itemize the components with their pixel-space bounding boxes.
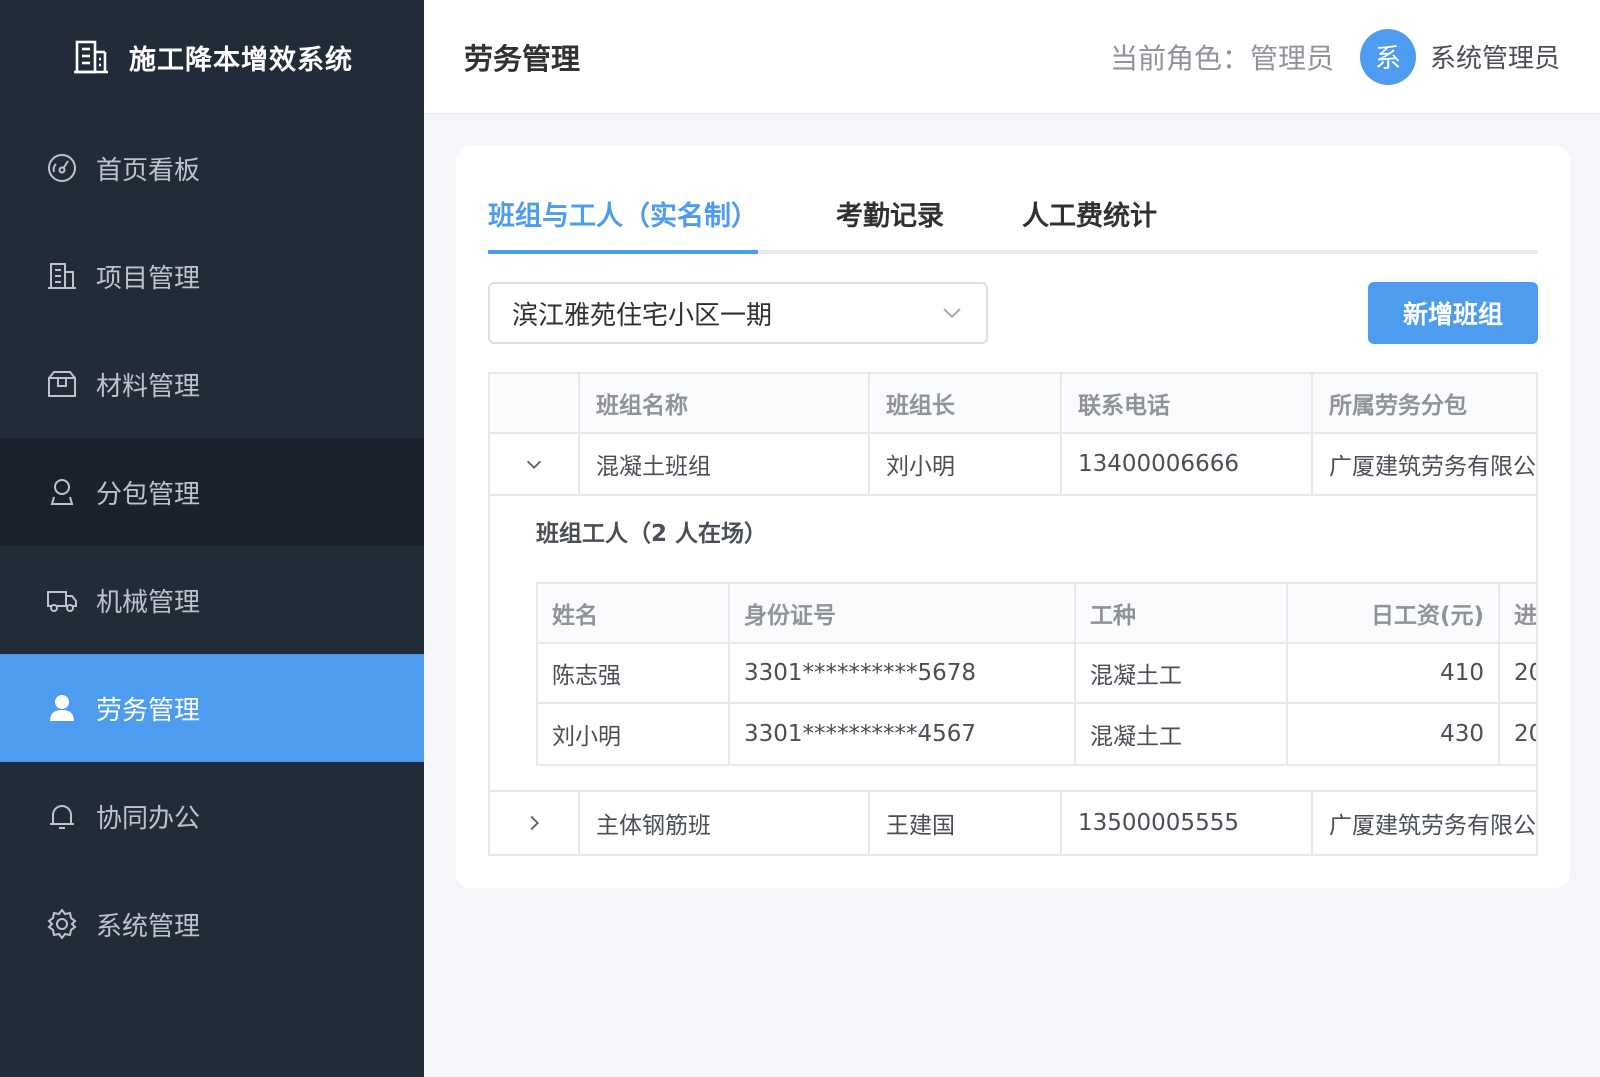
- sidebar-nav: 首页看板 项目管理 材料管理 分包管理 机械管理 劳务管理 协同办公 系统管理: [0, 114, 424, 978]
- worker-name-cell: 陈志强: [538, 644, 730, 702]
- header-worker-name: 姓名: [538, 584, 730, 642]
- header-work-type: 工种: [1076, 584, 1288, 642]
- project-select[interactable]: 滨江雅苑住宅小区一期: [488, 282, 988, 344]
- expand-toggle[interactable]: [490, 434, 580, 494]
- worker-row[interactable]: 陈志强 3301**********5678 混凝土工 410 20: [538, 644, 1536, 704]
- team-name-cell: 混凝土班组: [580, 434, 870, 494]
- tab-teams-workers[interactable]: 班组与工人（实名制）: [488, 194, 758, 254]
- box-icon: [46, 368, 78, 400]
- sidebar-item-label: 系统管理: [96, 911, 201, 942]
- header-team-name: 班组名称: [580, 374, 870, 432]
- user-area: 当前角色：管理员 系 系统管理员: [1109, 28, 1560, 85]
- tab-bar: 班组与工人（实名制） 考勤记录 人工费统计: [488, 194, 1538, 254]
- top-header: 劳务管理 当前角色：管理员 系 系统管理员: [424, 0, 1600, 114]
- worker-row[interactable]: 刘小明 3301**********4567 混凝土工 430 20: [538, 704, 1536, 764]
- header-daily-wage: 日工资(元): [1288, 584, 1500, 642]
- chevron-down-icon[interactable]: [523, 453, 545, 475]
- sidebar-item-subcontract[interactable]: 分包管理: [0, 438, 424, 546]
- subcontractor-cell: 广厦建筑劳务有限公: [1329, 454, 1536, 480]
- chevron-down-icon: [943, 308, 961, 319]
- workers-header-row: 姓名 身份证号 工种 日工资(元) 进: [538, 584, 1537, 644]
- sidebar: 施工降本增效系统 首页看板 项目管理 材料管理 分包管理 机械管理 劳务管理 协…: [0, 0, 424, 1077]
- workers-table: 姓名 身份证号 工种 日工资(元) 进 陈志强 3301**********56…: [536, 582, 1537, 766]
- building-icon: [46, 260, 78, 292]
- worker-wage-cell: 430: [1288, 704, 1500, 764]
- phone-cell: 13400006666: [1062, 434, 1313, 494]
- bell-icon: [46, 800, 78, 832]
- team-leader-cell: 王建国: [870, 792, 1062, 854]
- sidebar-item-label: 劳务管理: [96, 695, 201, 726]
- sidebar-item-dashboard[interactable]: 首页看板: [0, 114, 424, 222]
- worker-truncated-cell: 20: [1514, 721, 1536, 747]
- team-name-cell: 主体钢筋班: [580, 792, 870, 854]
- team-table: 班组名称 班组长 联系电话 所属劳务分包 混凝土班组 刘小明 134000066…: [488, 372, 1538, 856]
- sidebar-item-projects[interactable]: 项目管理: [0, 222, 424, 330]
- toolbar: 滨江雅苑住宅小区一期 新增班组: [488, 282, 1538, 344]
- header-phone: 联系电话: [1062, 374, 1313, 432]
- worker-wage-cell: 410: [1288, 644, 1500, 702]
- expand-header-cell: [490, 374, 580, 432]
- gear-icon: [46, 908, 78, 940]
- current-role-text: 当前角色：管理员: [1109, 41, 1334, 75]
- header-team-leader: 班组长: [870, 374, 1062, 432]
- subcontractor-cell: 广厦建筑劳务有限公: [1329, 813, 1536, 839]
- add-team-button[interactable]: 新增班组: [1368, 282, 1538, 344]
- app-brand: 施工降本增效系统: [0, 0, 424, 114]
- project-select-value: 滨江雅苑住宅小区一期: [512, 300, 773, 331]
- team-workers-panel: 班组工人（2 人在场） 姓名 身份证号 工种 日工资(元) 进 陈志强 3301…: [490, 496, 1536, 792]
- page-title: 劳务管理: [464, 41, 581, 76]
- sidebar-item-machinery[interactable]: 机械管理: [0, 546, 424, 654]
- worker-name-cell: 刘小明: [538, 704, 730, 764]
- expand-toggle[interactable]: [490, 792, 580, 854]
- tab-labor-cost[interactable]: 人工费统计: [1022, 194, 1157, 250]
- user-outline-icon: [46, 476, 78, 508]
- sidebar-item-label: 机械管理: [96, 587, 201, 618]
- labor-card: 班组与工人（实名制） 考勤记录 人工费统计 滨江雅苑住宅小区一期 新增班组 班组…: [456, 146, 1570, 888]
- user-name[interactable]: 系统管理员: [1430, 38, 1560, 75]
- avatar[interactable]: 系: [1359, 28, 1416, 85]
- worker-id-cell: 3301**********4567: [730, 704, 1076, 764]
- chevron-right-icon[interactable]: [523, 812, 545, 834]
- worker-type-cell: 混凝土工: [1076, 704, 1288, 764]
- table-header-row: 班组名称 班组长 联系电话 所属劳务分包: [490, 374, 1536, 434]
- tab-attendance[interactable]: 考勤记录: [836, 194, 944, 250]
- header-subcontractor: 所属劳务分包: [1329, 393, 1467, 419]
- sidebar-item-label: 协同办公: [96, 803, 201, 834]
- worker-type-cell: 混凝土工: [1076, 644, 1288, 702]
- sidebar-item-system[interactable]: 系统管理: [0, 870, 424, 978]
- truck-icon: [46, 584, 78, 616]
- workers-title: 班组工人（2 人在场）: [536, 521, 768, 547]
- sidebar-item-label: 首页看板: [96, 155, 201, 186]
- app-title: 施工降本增效系统: [129, 44, 353, 76]
- worker-id-cell: 3301**********5678: [730, 644, 1076, 702]
- user-icon: [46, 692, 78, 724]
- sidebar-item-label: 项目管理: [96, 263, 201, 294]
- team-leader-cell: 刘小明: [870, 434, 1062, 494]
- sidebar-item-materials[interactable]: 材料管理: [0, 330, 424, 438]
- sidebar-item-label: 材料管理: [96, 371, 201, 402]
- header-truncated: 进: [1514, 603, 1537, 629]
- building-logo-icon: [74, 40, 108, 74]
- table-row[interactable]: 混凝土班组 刘小明 13400006666 广厦建筑劳务有限公: [490, 434, 1536, 496]
- phone-cell: 13500005555: [1062, 792, 1313, 854]
- worker-truncated-cell: 20: [1514, 660, 1536, 686]
- sidebar-item-labor[interactable]: 劳务管理: [0, 654, 424, 762]
- dashboard-icon: [46, 152, 78, 184]
- sidebar-item-label: 分包管理: [96, 479, 201, 510]
- sidebar-item-collab[interactable]: 协同办公: [0, 762, 424, 870]
- header-id-number: 身份证号: [730, 584, 1076, 642]
- table-row[interactable]: 主体钢筋班 王建国 13500005555 广厦建筑劳务有限公: [490, 792, 1536, 854]
